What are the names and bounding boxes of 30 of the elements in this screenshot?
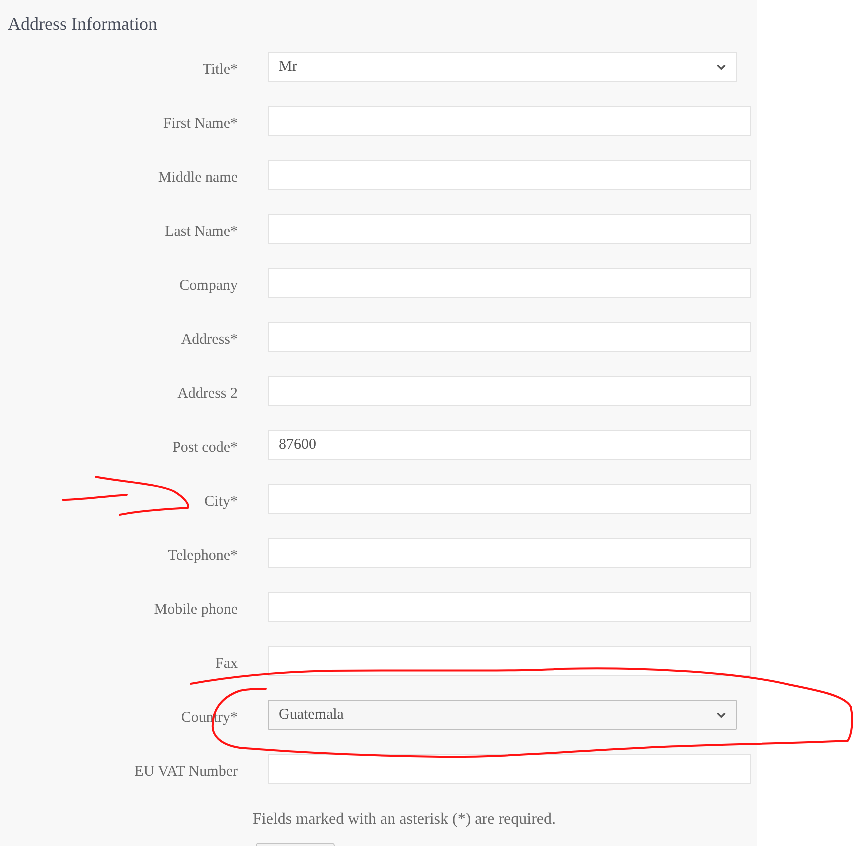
field-label: EU VAT Number: [134, 763, 238, 782]
field-label: First Name*: [163, 115, 238, 134]
input-field[interactable]: [268, 538, 751, 568]
dropdown[interactable]: Guatemala: [268, 700, 737, 730]
input-field[interactable]: 87600: [268, 430, 751, 460]
input-field[interactable]: [268, 646, 751, 676]
field-label: Middle name: [158, 169, 238, 188]
field-label: City*: [204, 493, 238, 512]
section-title: Address Information: [8, 13, 158, 36]
input-field[interactable]: [268, 322, 751, 352]
field-label: Mobile phone: [154, 601, 238, 620]
input-field[interactable]: [268, 214, 751, 244]
input-field[interactable]: [268, 592, 751, 622]
input-field[interactable]: [268, 376, 751, 406]
input-field[interactable]: [268, 484, 751, 514]
input-field[interactable]: [268, 106, 751, 136]
field-label: Address*: [181, 331, 238, 350]
field-label: Company: [180, 277, 238, 296]
field-label: Telephone*: [168, 547, 238, 566]
field-label: Fax: [216, 655, 238, 674]
field-label: Post code*: [172, 439, 238, 458]
field-label: Address 2: [178, 385, 238, 404]
field-label: Last Name*: [165, 223, 238, 242]
required-fields-note: Fields marked with an asterisk (*) are required.: [253, 811, 556, 829]
input-field[interactable]: [268, 268, 751, 298]
field-label: Title*: [202, 61, 238, 80]
dropdown[interactable]: Mr: [268, 52, 737, 82]
button[interactable]: [256, 843, 335, 846]
input-field[interactable]: [268, 160, 751, 190]
input-field[interactable]: [268, 754, 751, 784]
